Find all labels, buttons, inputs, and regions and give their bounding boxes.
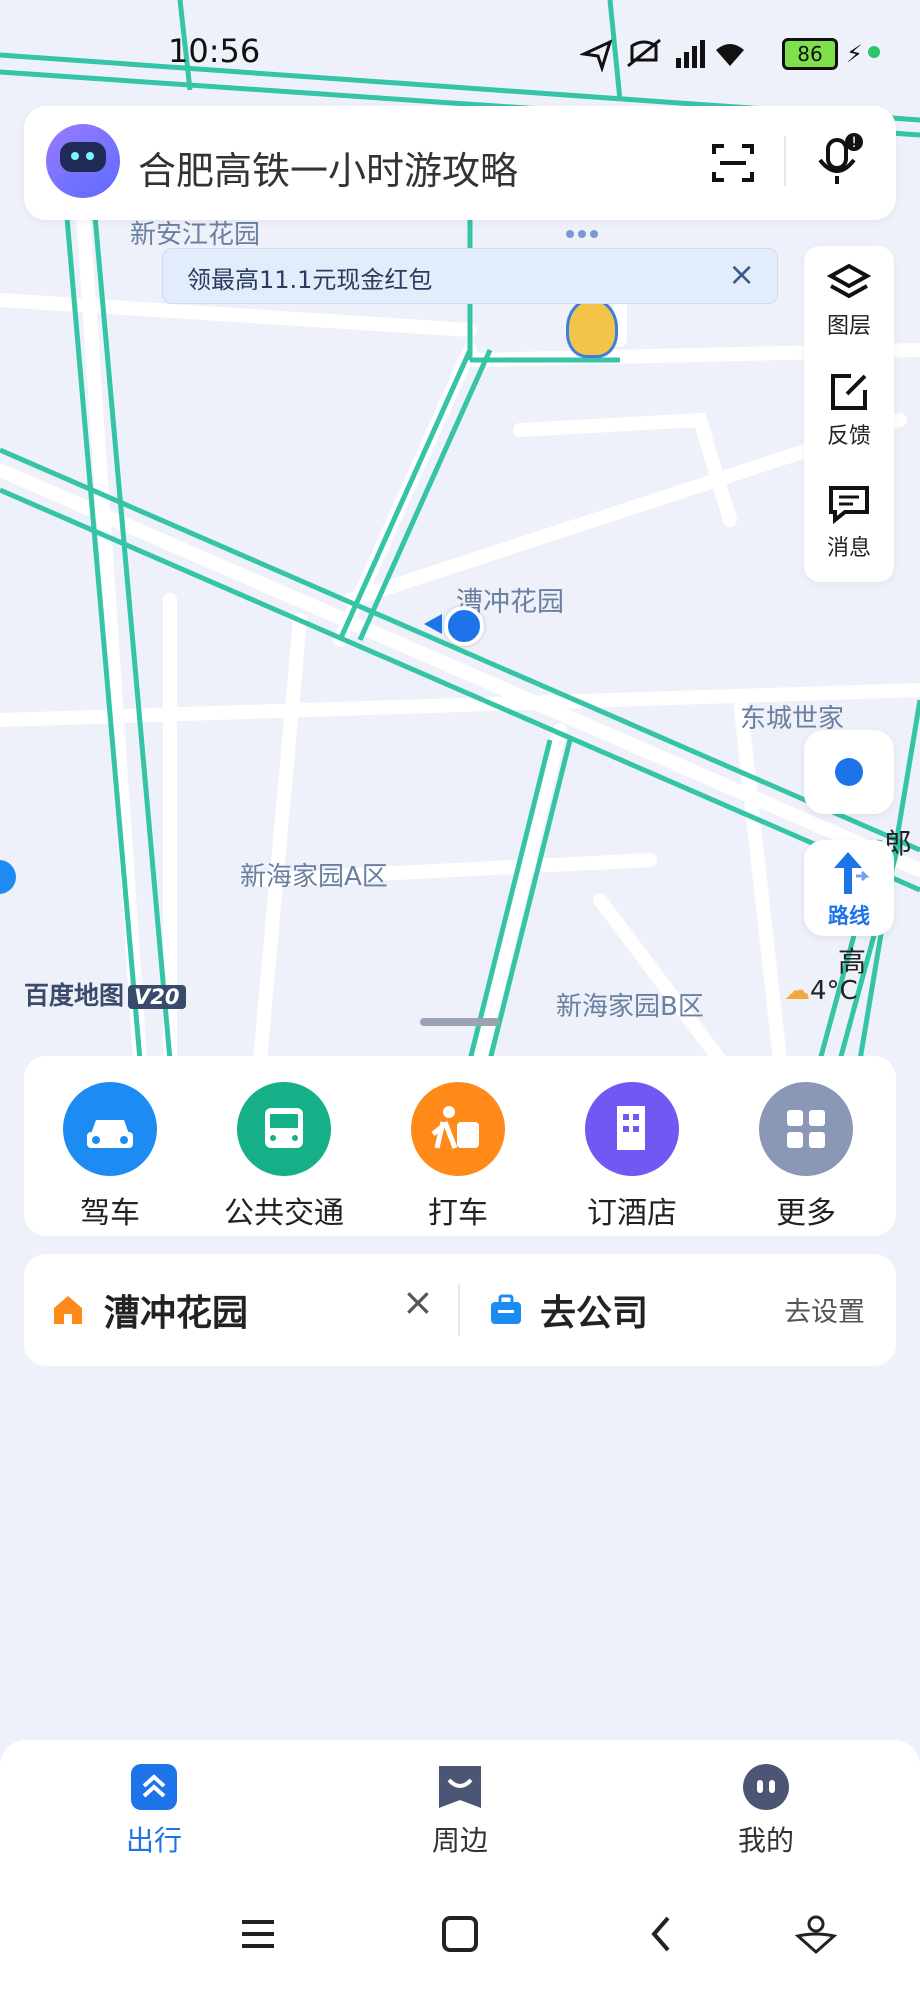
travel-icon	[131, 1764, 177, 1810]
bus-icon	[237, 1082, 331, 1176]
map-brand-logo: 百度地图 V20	[24, 976, 186, 1012]
shortcut-divider	[458, 1284, 460, 1336]
promo-close-icon[interactable]: ×	[728, 255, 755, 293]
tab-mine[interactable]: 我的	[696, 1762, 836, 1859]
poi-marker-icon[interactable]	[566, 298, 618, 358]
promo-text: 领最高11.1元现金红包	[187, 266, 433, 294]
hotel-icon	[585, 1082, 679, 1176]
promo-banner[interactable]: 领最高11.1元现金红包 ×	[162, 248, 778, 304]
locate-icon	[835, 758, 863, 786]
microphone-icon[interactable]: !	[814, 132, 864, 188]
status-icons	[580, 38, 744, 72]
status-dot-icon	[868, 46, 880, 58]
nearby-icon	[439, 1766, 481, 1808]
locate-button[interactable]	[804, 730, 894, 814]
heading-arrow-icon	[424, 614, 442, 634]
scan-icon[interactable]	[710, 140, 756, 186]
search-input[interactable]: 合肥高铁一小时游攻略	[138, 140, 518, 195]
map-side-panel: 图层 反馈 消息	[804, 246, 894, 582]
location-arrow-icon	[580, 39, 613, 72]
search-bar[interactable]: 合肥高铁一小时游攻略 !	[24, 106, 896, 220]
layers-button[interactable]: 图层	[804, 262, 894, 340]
profile-icon	[743, 1764, 789, 1810]
messages-button[interactable]: 消息	[804, 484, 894, 562]
route-arrow-icon	[834, 852, 870, 894]
home-destination[interactable]: 漕冲花园	[104, 1284, 248, 1336]
tab-travel[interactable]: 出行	[84, 1762, 224, 1859]
briefcase-icon	[491, 1294, 521, 1324]
taxi-button[interactable]: 打车	[388, 1082, 528, 1232]
system-navigation-bar	[0, 1890, 920, 1992]
layers-icon	[826, 263, 872, 299]
home-square-icon[interactable]	[440, 1914, 480, 1954]
feedback-button[interactable]: 反馈	[804, 372, 894, 450]
edit-icon	[831, 374, 867, 410]
more-dots-icon	[564, 226, 612, 240]
more-button[interactable]: 更多	[736, 1082, 876, 1232]
current-location-dot	[444, 606, 484, 646]
message-icon	[829, 486, 869, 525]
map-label-block-b: 新海家园B区	[556, 992, 704, 1022]
quick-actions-panel: 驾车 公共交通 打车 订酒店 更多	[24, 1056, 896, 1236]
home-work-shortcuts: 漕冲花园 × 去公司 去设置	[24, 1254, 896, 1366]
setup-link[interactable]: 去设置	[784, 1290, 865, 1329]
assistant-gesture-icon[interactable]	[794, 1912, 838, 1956]
charging-icon: ⚡	[846, 40, 863, 68]
status-bar: 10:56 86 ⚡	[0, 0, 920, 100]
assistant-avatar-icon[interactable]	[46, 124, 120, 198]
tab-nearby[interactable]: 周边	[390, 1762, 530, 1859]
drive-button[interactable]: 驾车	[40, 1082, 180, 1232]
sheet-drag-handle[interactable]	[420, 1018, 500, 1026]
car-icon	[63, 1082, 157, 1176]
book-hotel-button[interactable]: 订酒店	[562, 1082, 702, 1232]
map-label-road-gao: 高	[838, 945, 867, 978]
home-icon	[54, 1296, 82, 1324]
back-icon[interactable]	[642, 1914, 682, 1954]
route-label: 路线	[828, 904, 870, 928]
route-button[interactable]: 路线	[804, 840, 894, 936]
home-clear-icon[interactable]: ×	[402, 1280, 434, 1324]
bottom-navigation: 出行 周边 我的	[0, 1740, 920, 1890]
menu-icon[interactable]	[238, 1914, 278, 1954]
cloud-sun-icon: ☁	[784, 976, 810, 1006]
wifi-icon	[716, 44, 744, 66]
battery-indicator: 86	[782, 38, 838, 70]
taxi-icon	[411, 1082, 505, 1176]
company-destination[interactable]: 去公司	[540, 1284, 648, 1336]
grid-icon	[759, 1082, 853, 1176]
svg-text:!: !	[851, 135, 857, 151]
weather-widget[interactable]: ☁4°C	[784, 976, 858, 1006]
public-transit-button[interactable]: 公共交通	[214, 1082, 354, 1232]
search-divider	[784, 136, 786, 186]
map-label-block-a: 新海家园A区	[240, 862, 388, 892]
status-time: 10:56	[168, 32, 261, 70]
